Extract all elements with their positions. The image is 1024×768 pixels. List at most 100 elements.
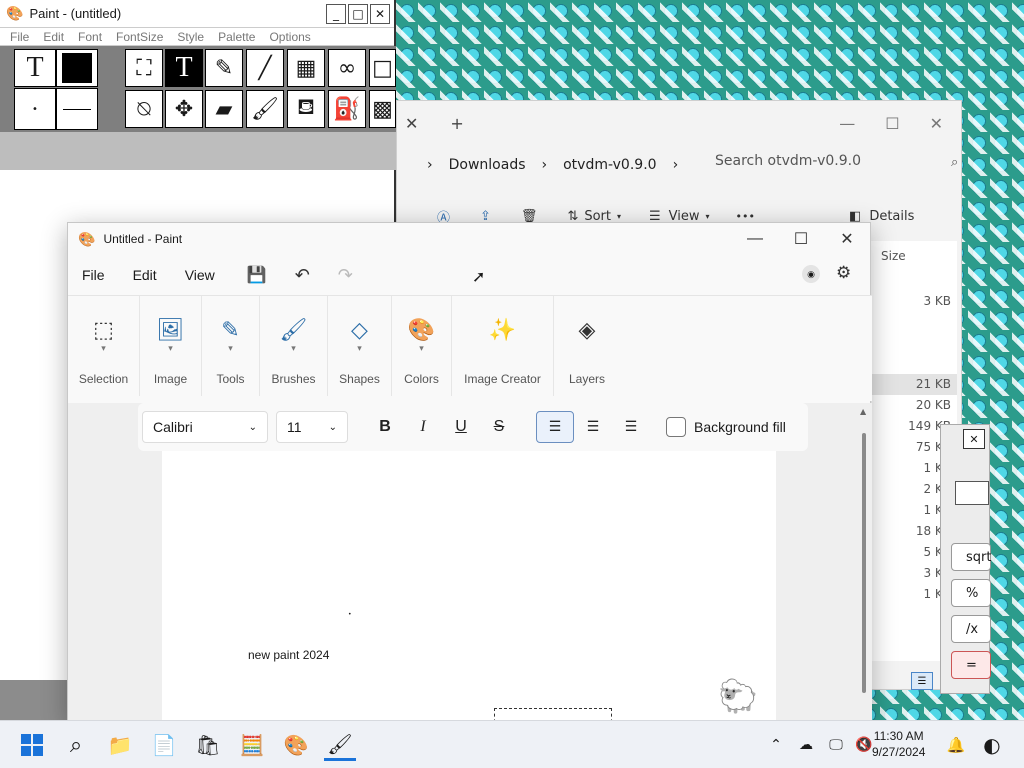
- text-tool-selected-icon[interactable]: T: [165, 49, 203, 87]
- equals-button[interactable]: =: [951, 651, 991, 679]
- font-size-dropdown[interactable]: 11 ⌄: [276, 411, 348, 443]
- list-item[interactable]: 21 KB: [867, 374, 957, 395]
- close-button[interactable]: ✕: [824, 223, 870, 255]
- copilot-icon[interactable]: ◐: [976, 729, 1008, 761]
- new-tab-button[interactable]: +: [450, 114, 463, 133]
- rectangle-icon[interactable]: □: [369, 49, 396, 87]
- close-button[interactable]: ✕: [963, 429, 985, 449]
- bold-button[interactable]: B: [366, 411, 404, 443]
- close-button[interactable]: ✕: [370, 3, 390, 24]
- clock[interactable]: 11:30 AM 9/27/2024: [872, 728, 925, 760]
- ribbon-group-image[interactable]: 🖼 ▾ Image: [140, 296, 202, 396]
- old-paint-titlebar[interactable]: 🎨 Paint - (untitled) _ □ ✕: [0, 0, 394, 28]
- menu-file[interactable]: File: [82, 267, 105, 283]
- minimize-button[interactable]: —: [839, 114, 855, 133]
- pattern-icon[interactable]: ▩: [369, 90, 396, 128]
- menu-style[interactable]: Style: [177, 30, 204, 44]
- vertical-scrollbar[interactable]: ▲: [860, 403, 868, 703]
- menu-fontsize[interactable]: FontSize: [116, 30, 163, 44]
- ribbon-group-tools[interactable]: ✎ ▾ Tools: [202, 296, 260, 396]
- settings-gear-icon[interactable]: ⚙: [836, 263, 851, 283]
- dot-width-icon[interactable]: •: [14, 88, 56, 130]
- maximize-button[interactable]: ☐: [885, 114, 899, 133]
- pencil-icon[interactable]: ✎: [205, 49, 243, 87]
- line-icon[interactable]: ╱: [246, 49, 284, 87]
- notepad-icon[interactable]: 📄: [148, 729, 180, 761]
- canvas[interactable]: • new paint 2024 🐑: [162, 451, 776, 728]
- maximize-button[interactable]: □: [348, 3, 368, 24]
- paint-titlebar[interactable]: 🎨 Untitled - Paint — ☐ ✕: [68, 223, 870, 255]
- menu-options[interactable]: Options: [269, 30, 310, 44]
- scissors-select-icon[interactable]: ⛶: [125, 49, 163, 87]
- curve-icon[interactable]: ∞: [328, 49, 366, 87]
- ribbon-group-layers[interactable]: ◈ Layers: [554, 296, 620, 396]
- percent-button[interactable]: %: [951, 579, 991, 607]
- paint-taskbar-icon[interactable]: 🖌: [324, 729, 356, 761]
- net-icon[interactable]: ⍉: [125, 90, 163, 128]
- tab-close-icon[interactable]: ✕: [405, 114, 418, 133]
- ribbon-group-selection[interactable]: ⬚ ▾ Selection: [68, 296, 140, 396]
- menu-palette[interactable]: Palette: [218, 30, 255, 44]
- menu-file[interactable]: File: [10, 30, 29, 44]
- color-swatch-icon[interactable]: [56, 49, 98, 87]
- account-icon[interactable]: ◉: [802, 265, 820, 283]
- list-item[interactable]: [867, 312, 957, 333]
- sqrt-button[interactable]: sqrt: [951, 543, 991, 571]
- line-width-icon[interactable]: [56, 88, 98, 130]
- search-icon[interactable]: ⌕: [60, 729, 92, 761]
- font-family-dropdown[interactable]: Calibri ⌄: [142, 411, 268, 443]
- notification-bell-icon[interactable]: 🔔: [940, 729, 972, 761]
- fill-bucket-icon[interactable]: ⛾: [287, 90, 325, 128]
- list-item[interactable]: 20 KB: [867, 395, 957, 416]
- reciprocal-button[interactable]: /x: [951, 615, 991, 643]
- scrollbar-thumb[interactable]: [862, 433, 866, 693]
- breadcrumb-otvdm[interactable]: otvdm-v0.9.0: [563, 157, 656, 173]
- list-item[interactable]: 3 KB: [867, 291, 957, 312]
- spray-icon[interactable]: ⛽: [328, 90, 366, 128]
- redo-icon[interactable]: ↷: [338, 265, 353, 286]
- minimize-button[interactable]: —: [732, 223, 778, 255]
- eraser-icon[interactable]: ▰: [205, 90, 243, 128]
- details-view-icon[interactable]: ☰: [911, 672, 933, 690]
- store-icon[interactable]: 🛍: [192, 729, 224, 761]
- brush-icon[interactable]: 🖌: [246, 90, 284, 128]
- size-column-header[interactable]: Size: [867, 241, 957, 271]
- network-off-icon[interactable]: ☁: [790, 729, 822, 761]
- chevron-down-icon: ▾: [228, 344, 233, 354]
- calculator-window: ✕ sqrt % /x =: [940, 424, 991, 694]
- align-center-button[interactable]: ☰: [574, 411, 612, 443]
- close-button[interactable]: ✕: [930, 114, 943, 133]
- menu-font[interactable]: Font: [78, 30, 102, 44]
- calculator-app-icon[interactable]: 🧮: [236, 729, 268, 761]
- text-tool-icon[interactable]: T: [14, 49, 56, 87]
- strikethrough-button[interactable]: S: [480, 411, 518, 443]
- ribbon-group-brushes[interactable]: 🖌 ▾ Brushes: [260, 296, 328, 396]
- breadcrumb-downloads[interactable]: Downloads: [449, 157, 526, 173]
- menu-view[interactable]: View: [185, 267, 215, 283]
- menu-edit[interactable]: Edit: [43, 30, 64, 44]
- italic-button[interactable]: I: [404, 411, 442, 443]
- old-paint-app-icon[interactable]: 🎨: [280, 729, 312, 761]
- ribbon-group-colors[interactable]: 🎨 ▾ Colors: [392, 296, 452, 396]
- align-right-button[interactable]: ☰: [612, 411, 650, 443]
- minimize-button[interactable]: _: [326, 3, 346, 24]
- search-input[interactable]: Search otvdm-v0.9.0: [715, 153, 861, 169]
- move-icon[interactable]: ✥: [165, 90, 203, 128]
- more-options-button[interactable]: •••: [736, 210, 755, 223]
- align-left-button[interactable]: ☰: [536, 411, 574, 443]
- list-item[interactable]: [867, 353, 957, 374]
- details-button[interactable]: Details: [869, 209, 914, 224]
- save-icon[interactable]: 💾: [247, 265, 267, 285]
- underline-button[interactable]: U: [442, 411, 480, 443]
- scroll-up-icon[interactable]: ▲: [860, 407, 866, 416]
- maximize-button[interactable]: ☐: [778, 223, 824, 255]
- background-fill-checkbox[interactable]: [666, 417, 686, 437]
- undo-icon[interactable]: ↶: [295, 265, 310, 286]
- menu-edit[interactable]: Edit: [133, 267, 157, 283]
- ribbon-group-shapes[interactable]: ◇ ▾ Shapes: [328, 296, 392, 396]
- start-button[interactable]: [16, 729, 48, 761]
- file-explorer-icon[interactable]: 📁: [104, 729, 136, 761]
- chevron-up-icon[interactable]: ⌃: [760, 729, 792, 761]
- cube-icon[interactable]: ▦: [287, 49, 325, 87]
- ribbon-group-image-creator[interactable]: ✨ Image Creator: [452, 296, 554, 396]
